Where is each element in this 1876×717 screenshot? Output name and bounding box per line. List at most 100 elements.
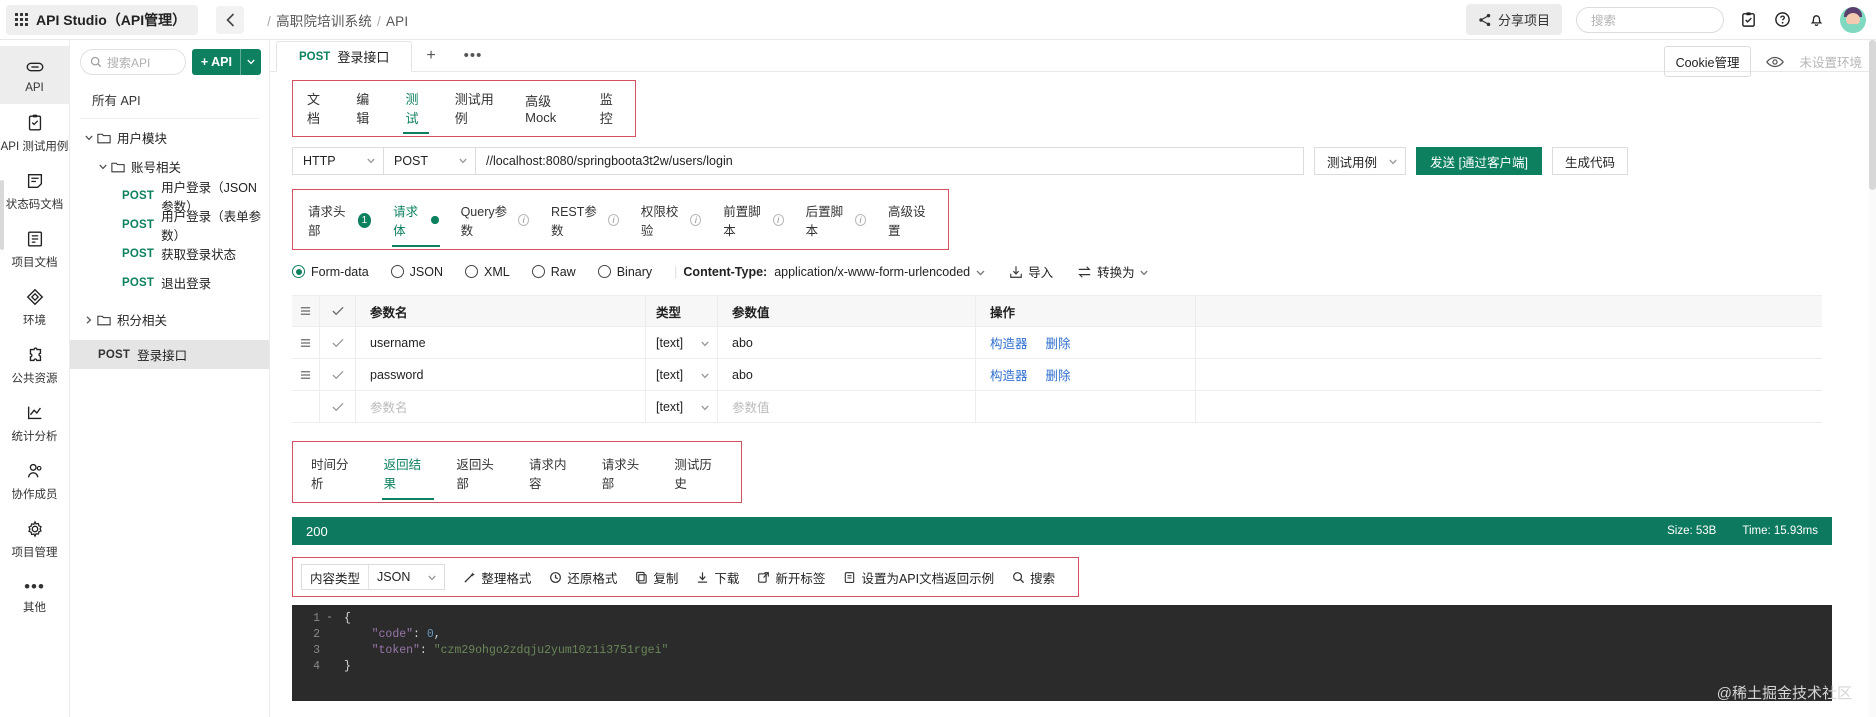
rail-item-project-settings[interactable]: 项目管理 <box>0 510 69 568</box>
param-name-input-empty[interactable]: 参数名 <box>356 391 646 422</box>
method-select[interactable]: POST <box>384 147 476 175</box>
download-button[interactable]: 下载 <box>696 568 739 587</box>
tab-doc[interactable]: 文档 <box>293 81 342 136</box>
share-project-button[interactable]: 分享项目 <box>1465 4 1562 35</box>
tree-api-item-selected[interactable]: POST 登录接口 <box>70 340 269 369</box>
doc-tab-login-api[interactable]: POST 登录接口 <box>276 41 413 72</box>
response-body-code[interactable]: 1 2 3 4 - { "code": 0, "token": "czm29oh… <box>292 605 1832 701</box>
select-all-checkbox[interactable] <box>320 296 356 326</box>
rail-item-other[interactable]: ••• 其他 <box>0 568 69 626</box>
open-new-tab-button[interactable]: 新开标签 <box>757 568 825 587</box>
tab-request-body[interactable]: 请求体 <box>382 192 450 249</box>
tab-query-params[interactable]: Query参数 i <box>450 192 540 249</box>
rail-item-api-testcase[interactable]: API 测试用例 <box>0 104 69 162</box>
tab-advanced-mock[interactable]: 高级Mock <box>511 83 586 134</box>
code-fold-markers[interactable]: - <box>326 611 340 701</box>
protocol-select[interactable]: HTTP <box>292 147 384 175</box>
param-type-select-empty[interactable]: [text] <box>646 391 718 422</box>
tab-more-button[interactable]: ••• <box>450 40 497 71</box>
format-button[interactable]: 整理格式 <box>463 568 531 587</box>
copy-button[interactable]: 复制 <box>635 568 678 587</box>
tab-request-content[interactable]: 请求内容 <box>517 445 590 502</box>
tab-testcase[interactable]: 测试用例 <box>441 81 511 136</box>
environment-status-text[interactable]: 未设置环境 <box>1799 52 1862 71</box>
radio-binary[interactable]: Binary <box>597 265 652 279</box>
delete-link[interactable]: 删除 <box>1046 365 1071 384</box>
tab-request-headers[interactable]: 请求头部 1 <box>297 192 382 249</box>
rail-item-project-doc[interactable]: 项目文档 <box>0 220 69 278</box>
chevron-down-icon[interactable] <box>96 164 109 170</box>
send-request-button[interactable]: 发送 [通过客户端] <box>1416 147 1542 175</box>
tree-folder-user-module[interactable]: 用户模块 <box>70 123 269 152</box>
row-drag-handle-icon[interactable] <box>292 327 320 358</box>
row-checkbox[interactable] <box>320 327 356 358</box>
rail-item-members[interactable]: 协作成员 <box>0 452 69 510</box>
back-button[interactable] <box>216 5 245 34</box>
table-row-empty[interactable]: 参数名 [text] 参数值 <box>292 391 1822 423</box>
rail-item-api[interactable]: API <box>0 46 69 104</box>
global-search-input[interactable]: 搜索 <box>1576 6 1724 33</box>
tree-folder-points[interactable]: 积分相关 <box>70 305 269 334</box>
chevron-right-icon[interactable] <box>82 315 95 324</box>
radio-xml[interactable]: XML <box>465 265 510 279</box>
tab-rest-params[interactable]: REST参数 i <box>540 192 630 249</box>
row-checkbox[interactable] <box>320 391 356 422</box>
page-scrollbar-thumb[interactable] <box>1869 40 1876 190</box>
radio-raw[interactable]: Raw <box>531 265 576 279</box>
tab-edit[interactable]: 编辑 <box>342 81 391 136</box>
user-avatar[interactable] <box>1840 6 1866 33</box>
request-url-input[interactable]: //localhost:8080/springboota3t2w/users/l… <box>476 147 1304 175</box>
row-checkbox[interactable] <box>320 359 356 390</box>
rail-scrollbar[interactable] <box>0 180 4 250</box>
rail-item-statistics[interactable]: 统计分析 <box>0 394 69 452</box>
cookie-manage-button[interactable]: Cookie管理 <box>1663 46 1752 77</box>
radio-form-data[interactable]: Form-data <box>292 265 369 279</box>
row-drag-handle-icon[interactable] <box>292 359 320 390</box>
table-row[interactable]: password [text] abo 构造器 删除 <box>292 359 1822 391</box>
param-value-input-empty[interactable]: 参数值 <box>718 391 976 422</box>
tab-test-history[interactable]: 测试历史 <box>662 445 735 502</box>
tree-all-api[interactable]: 所有 API <box>70 84 269 118</box>
param-value-input[interactable]: abo <box>718 359 976 390</box>
tab-time-analysis[interactable]: 时间分析 <box>299 445 372 502</box>
restore-format-button[interactable]: 还原格式 <box>549 568 617 587</box>
rail-item-public-resource[interactable]: 公共资源 <box>0 336 69 394</box>
content-type-value[interactable]: application/x-www-form-urlencoded <box>774 265 970 279</box>
param-name-input[interactable]: password <box>356 359 646 390</box>
chevron-down-icon[interactable] <box>82 135 95 141</box>
tree-api-item[interactable]: POST 用户登录（表单参数） <box>70 210 269 243</box>
builder-link[interactable]: 构造器 <box>990 333 1028 352</box>
tab-test[interactable]: 测试 <box>391 81 440 136</box>
table-row[interactable]: username [text] abo 构造器 删除 <box>292 327 1822 359</box>
tab-request-headers-resp[interactable]: 请求头部 <box>590 445 663 502</box>
breadcrumb-project[interactable]: 高职院培训系统 <box>276 14 372 29</box>
content-type-select[interactable]: 内容类型 JSON <box>301 564 446 590</box>
tab-response-body[interactable]: 返回结果 <box>372 445 445 502</box>
new-tab-button[interactable]: + <box>412 40 449 71</box>
param-name-input[interactable]: username <box>356 327 646 358</box>
rail-item-environment[interactable]: 环境 <box>0 278 69 336</box>
search-response-button[interactable]: 搜索 <box>1012 568 1055 587</box>
tab-pre-script[interactable]: 前置脚本 i <box>712 192 794 249</box>
page-scrollbar[interactable] <box>1869 40 1876 717</box>
app-logo-chip[interactable]: API Studio（API管理） <box>6 4 199 35</box>
param-value-input[interactable]: abo <box>718 327 976 358</box>
tab-response-headers[interactable]: 返回头部 <box>444 445 517 502</box>
builder-link[interactable]: 构造器 <box>990 365 1028 384</box>
tab-monitor[interactable]: 监控 <box>586 81 635 136</box>
param-type-select[interactable]: [text] <box>646 327 718 358</box>
rail-item-status-code-doc[interactable]: 状态码文档 <box>0 162 69 220</box>
import-button[interactable]: 导入 <box>1009 262 1053 281</box>
convert-button[interactable]: 转换为 <box>1077 262 1148 281</box>
search-api-input[interactable]: 搜索API <box>80 49 186 75</box>
testcase-button[interactable]: 测试用例 <box>1314 147 1407 175</box>
set-as-doc-example-button[interactable]: 设置为API文档返回示例 <box>843 568 994 587</box>
radio-json[interactable]: JSON <box>390 265 443 279</box>
tab-advanced-settings[interactable]: 高级设置 <box>877 192 944 249</box>
grid-menu-icon[interactable] <box>15 13 28 26</box>
chevron-down-icon[interactable] <box>976 265 985 279</box>
generate-code-button[interactable]: 生成代码 <box>1551 147 1628 175</box>
tasks-icon[interactable] <box>1738 10 1758 30</box>
tab-auth[interactable]: 权限校验 i <box>630 192 712 249</box>
eye-icon[interactable] <box>1765 52 1785 72</box>
